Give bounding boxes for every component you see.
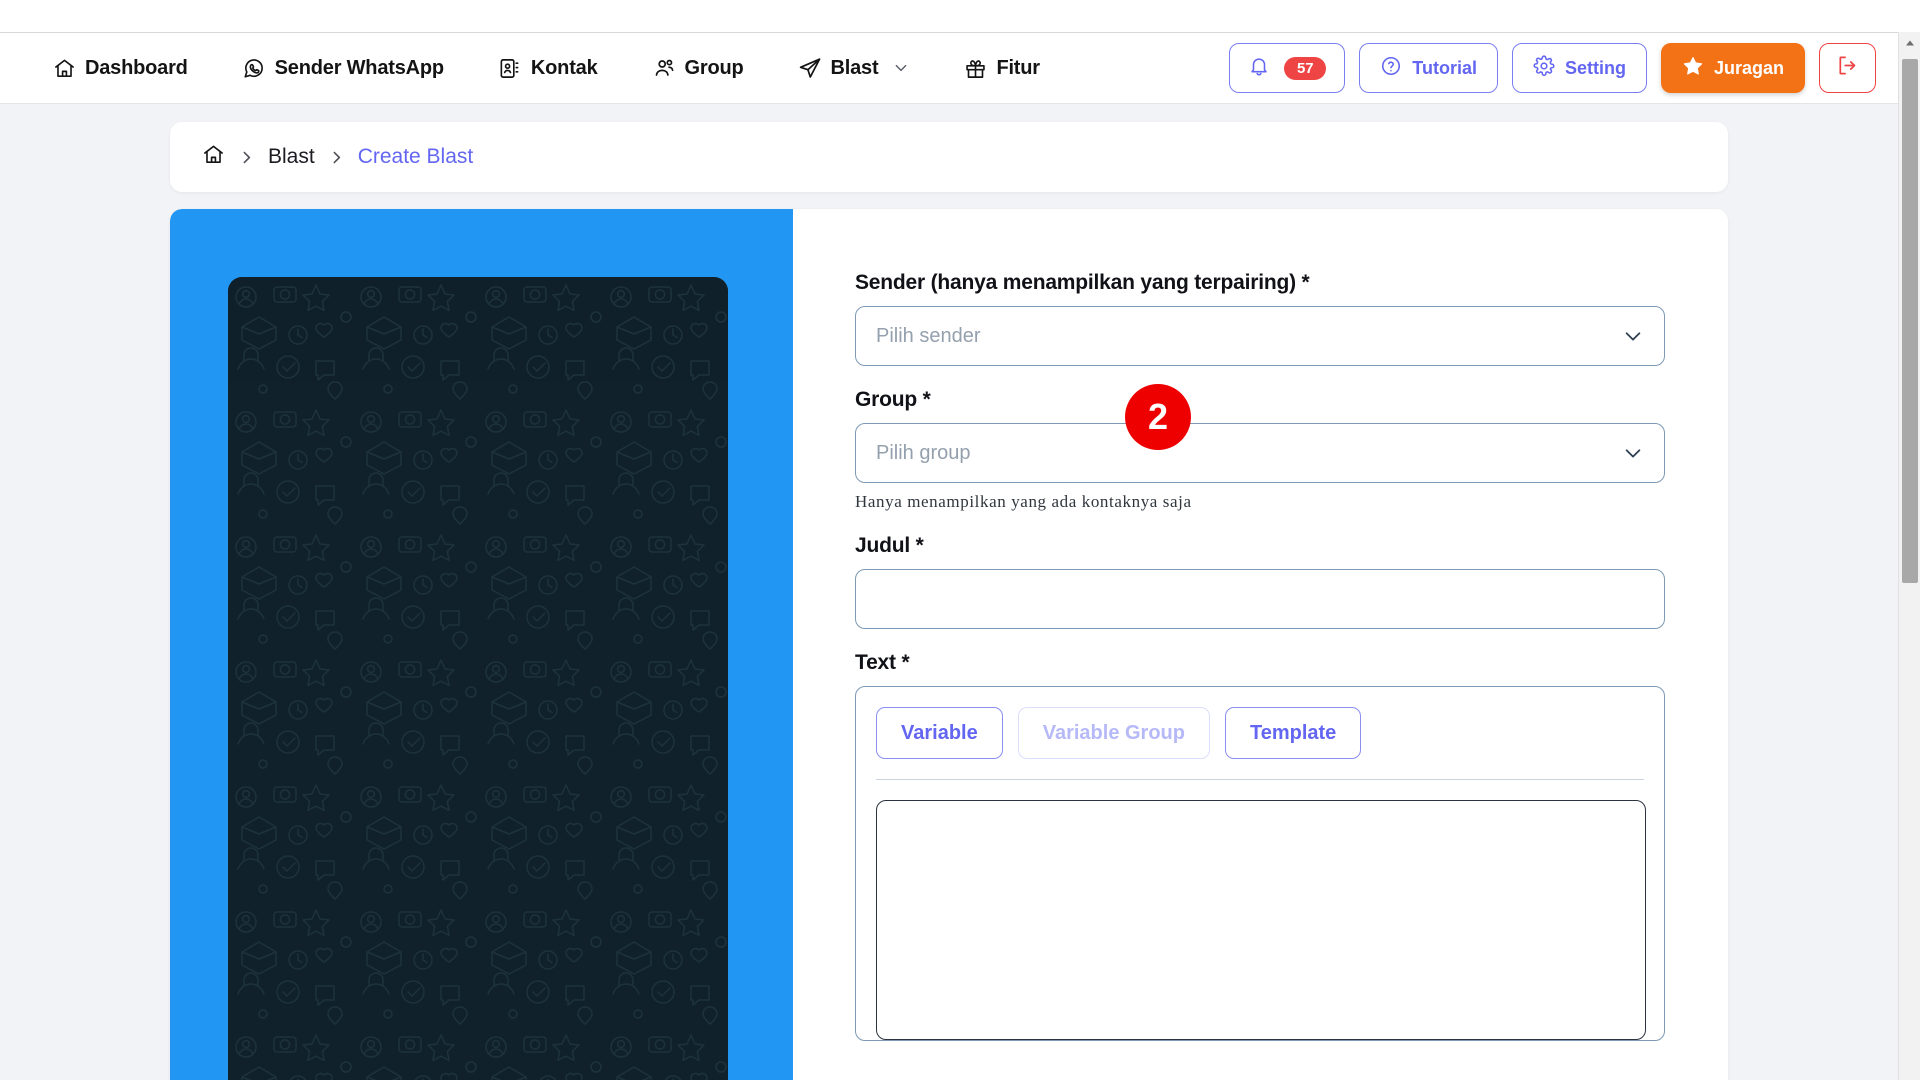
content-container: Blast Create Blast Sender (hanya menampi… <box>170 122 1728 1080</box>
star-icon <box>1682 55 1704 82</box>
nav-item-fitur[interactable]: Fitur <box>963 50 1040 86</box>
variable-button-label: Variable <box>901 721 978 744</box>
home-icon <box>52 56 76 80</box>
group-label: Group * <box>855 388 931 411</box>
message-textarea[interactable] <box>876 800 1646 1040</box>
logout-icon <box>1836 54 1859 82</box>
field-judul: Judul * <box>855 534 1665 629</box>
nav-label-blast: Blast <box>830 56 879 79</box>
breadcrumb: Blast Create Blast <box>170 122 1728 192</box>
scrollbar-thumb[interactable] <box>1902 59 1918 583</box>
juragan-button[interactable]: Juragan <box>1660 43 1805 93</box>
gear-icon <box>1533 54 1555 82</box>
question-circle-icon <box>1380 55 1402 82</box>
nav-label-sender-whatsapp: Sender WhatsApp <box>274 56 444 79</box>
editor-toolbar: Variable Variable Group Template <box>876 707 1644 780</box>
nav-item-group[interactable]: Group <box>652 50 744 86</box>
sender-placeholder: Pilih sender <box>876 324 981 347</box>
contact-book-icon <box>498 56 522 80</box>
text-label: Text * <box>855 651 910 674</box>
chevron-right-icon <box>238 149 255 166</box>
template-button[interactable]: Template <box>1224 707 1362 759</box>
browser-chrome-strip <box>0 0 1920 32</box>
navbar-actions: 57 Tutorial Setting Juragan <box>1229 43 1898 93</box>
nav-label-group: Group <box>684 56 744 79</box>
nav-label-kontak: Kontak <box>530 56 598 79</box>
whatsapp-preview-pane <box>170 209 793 1080</box>
phone-chat-preview <box>228 277 728 1080</box>
nav-label-fitur: Fitur <box>996 56 1040 79</box>
variable-group-button-label: Variable Group <box>1042 721 1185 744</box>
blast-form: Sender (hanya menampilkan yang terpairin… <box>793 209 1728 1080</box>
variable-group-button: Variable Group <box>1017 707 1210 759</box>
chevron-down-icon <box>893 60 909 76</box>
sender-label: Sender (hanya menampilkan yang terpairin… <box>855 271 1310 294</box>
setting-label: Setting <box>1564 57 1626 78</box>
juragan-label: Juragan <box>1713 57 1784 78</box>
group-help-text: Hanya menampilkan yang ada kontaknya saj… <box>855 492 1192 511</box>
chevron-down-icon-2 <box>1622 442 1644 464</box>
notification-button[interactable]: 57 <box>1229 43 1346 93</box>
variable-button[interactable]: Variable <box>876 707 1003 759</box>
breadcrumb-item-create-blast[interactable]: Create Blast <box>358 145 474 169</box>
breadcrumb-item-blast[interactable]: Blast <box>268 145 315 169</box>
scrollbar-up-arrow-icon[interactable] <box>1899 32 1920 54</box>
whatsapp-doodle-pattern <box>228 277 728 1080</box>
create-blast-card: Sender (hanya menampilkan yang terpairin… <box>170 209 1728 1080</box>
nav-label-dashboard: Dashboard <box>85 56 188 79</box>
nav-item-kontak[interactable]: Kontak <box>498 50 598 86</box>
vertical-scrollbar[interactable] <box>1898 32 1920 1080</box>
page-background: Blast Create Blast Sender (hanya menampi… <box>0 104 1898 1080</box>
nav-item-sender-whatsapp[interactable]: Sender WhatsApp <box>242 50 444 86</box>
people-icon <box>652 56 676 80</box>
logout-button[interactable] <box>1819 43 1876 93</box>
text-editor: Variable Variable Group Template <box>855 686 1665 1041</box>
tutorial-label: Tutorial <box>1412 57 1477 78</box>
group-select[interactable]: Pilih group <box>855 423 1665 483</box>
tutorial-button[interactable]: Tutorial <box>1359 43 1498 93</box>
bell-icon <box>1248 55 1270 82</box>
notification-count-badge: 57 <box>1284 56 1327 80</box>
nav-item-blast[interactable]: Blast <box>798 50 910 86</box>
judul-label: Judul * <box>855 534 924 557</box>
gift-icon <box>963 56 987 80</box>
setting-button[interactable]: Setting <box>1511 43 1647 93</box>
chevron-right-icon-2 <box>328 149 345 166</box>
paper-plane-icon <box>798 56 822 80</box>
field-group: Group * Pilih group Hanya menampilkan ya… <box>855 388 1665 512</box>
chevron-down-icon <box>1622 325 1644 347</box>
sender-select[interactable]: Pilih sender <box>855 306 1665 366</box>
judul-input[interactable] <box>855 569 1665 629</box>
top-navigation-bar: Dashboard Sender WhatsApp Kontak Group B… <box>0 32 1898 104</box>
nav-item-dashboard[interactable]: Dashboard <box>52 50 188 86</box>
field-sender: Sender (hanya menampilkan yang terpairin… <box>855 271 1665 366</box>
template-button-label: Template <box>1249 721 1337 744</box>
breadcrumb-home-icon[interactable] <box>202 143 225 171</box>
app-viewport: Dashboard Sender WhatsApp Kontak Group B… <box>0 0 1920 1080</box>
group-placeholder: Pilih group <box>876 441 971 464</box>
field-text: Text * Variable Variable Group Template <box>855 651 1665 1041</box>
whatsapp-icon <box>242 56 266 80</box>
